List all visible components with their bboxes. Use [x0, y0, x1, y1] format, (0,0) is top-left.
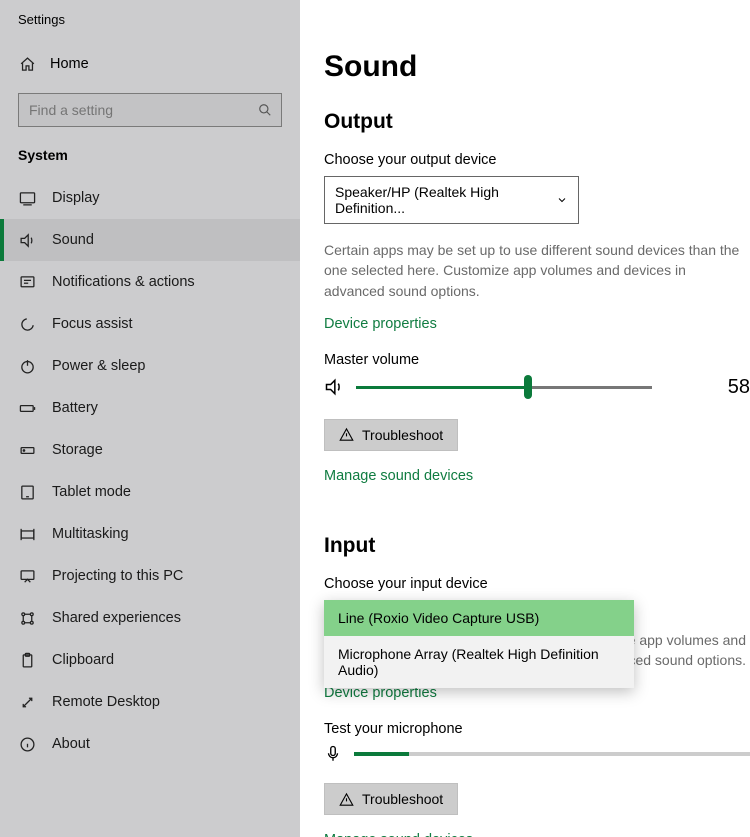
troubleshoot-label: Troubleshoot — [362, 427, 443, 443]
sidebar-item-label: Focus assist — [52, 316, 133, 332]
input-choose-label: Choose your input device — [324, 576, 750, 592]
sidebar-item-storage[interactable]: Storage — [0, 429, 300, 471]
battery-icon — [18, 399, 36, 417]
test-mic-label: Test your microphone — [324, 721, 750, 737]
sidebar-item-label: Remote Desktop — [52, 694, 160, 710]
chevron-down-icon — [556, 194, 568, 206]
sidebar-item-remote-desktop[interactable]: Remote Desktop — [0, 681, 300, 723]
power-icon — [18, 357, 36, 375]
sidebar-item-label: Shared experiences — [52, 610, 181, 626]
dropdown-option-mic-array[interactable]: Microphone Array (Realtek High Definitio… — [324, 636, 634, 688]
sidebar-item-multitasking[interactable]: Multitasking — [0, 513, 300, 555]
input-manage-link[interactable]: Manage sound devices — [324, 832, 473, 837]
projecting-icon — [18, 567, 36, 585]
input-troubleshoot-button[interactable]: Troubleshoot — [324, 783, 458, 815]
sidebar-item-shared-experiences[interactable]: Shared experiences — [0, 597, 300, 639]
sidebar-item-clipboard[interactable]: Clipboard — [0, 639, 300, 681]
multitasking-icon — [18, 525, 36, 543]
home-label: Home — [50, 56, 89, 72]
about-icon — [18, 735, 36, 753]
search-icon — [258, 103, 272, 117]
output-choose-label: Choose your output device — [324, 152, 750, 168]
output-device-properties-link[interactable]: Device properties — [324, 316, 437, 332]
microphone-icon — [324, 745, 342, 763]
sidebar-item-label: Tablet mode — [52, 484, 131, 500]
sound-icon — [18, 231, 36, 249]
sidebar-item-power-sleep[interactable]: Power & sleep — [0, 345, 300, 387]
mic-level-meter — [324, 745, 750, 763]
master-volume-slider[interactable]: 58 — [324, 376, 750, 399]
sidebar-item-projecting[interactable]: Projecting to this PC — [0, 555, 300, 597]
sidebar-item-about[interactable]: About — [0, 723, 300, 765]
sidebar-item-label: Notifications & actions — [52, 274, 195, 290]
output-help-text: Certain apps may be set up to use differ… — [324, 240, 750, 301]
dropdown-option-line[interactable]: Line (Roxio Video Capture USB) — [324, 600, 634, 636]
volume-icon — [324, 377, 344, 397]
sidebar-item-label: Power & sleep — [52, 358, 146, 374]
output-manage-link[interactable]: Manage sound devices — [324, 468, 473, 484]
output-device-value: Speaker/HP (Realtek High Definition... — [335, 184, 556, 216]
volume-track[interactable] — [356, 386, 652, 389]
sidebar-item-label: Multitasking — [52, 526, 129, 542]
search-box[interactable] — [18, 93, 282, 127]
home-button[interactable]: Home — [0, 45, 300, 83]
input-heading: Input — [324, 534, 750, 558]
sidebar-item-label: About — [52, 736, 90, 752]
sidebar-item-label: Battery — [52, 400, 98, 416]
focus-assist-icon — [18, 315, 36, 333]
sidebar-item-focus-assist[interactable]: Focus assist — [0, 303, 300, 345]
sidebar-item-tablet-mode[interactable]: Tablet mode — [0, 471, 300, 513]
output-device-select[interactable]: Speaker/HP (Realtek High Definition... — [324, 176, 579, 224]
sidebar: Settings Home System Display Sound — [0, 0, 300, 837]
input-device-dropdown[interactable]: Line (Roxio Video Capture USB) Microphon… — [324, 600, 634, 688]
sidebar-item-label: Storage — [52, 442, 103, 458]
remote-desktop-icon — [18, 693, 36, 711]
warning-icon — [339, 792, 354, 807]
clipboard-icon — [18, 651, 36, 669]
sidebar-item-label: Sound — [52, 232, 94, 248]
main-content: Sound Output Choose your output device S… — [300, 0, 750, 837]
volume-thumb[interactable] — [524, 375, 532, 399]
mic-track — [354, 752, 750, 756]
storage-icon — [18, 441, 36, 459]
output-heading: Output — [324, 110, 750, 134]
master-volume-label: Master volume — [324, 352, 750, 368]
sidebar-item-notifications[interactable]: Notifications & actions — [0, 261, 300, 303]
sidebar-item-sound[interactable]: Sound — [0, 219, 300, 261]
sidebar-heading: System — [0, 141, 300, 177]
sidebar-nav: Display Sound Notifications & actions Fo… — [0, 177, 300, 837]
home-icon — [18, 55, 36, 73]
output-troubleshoot-button[interactable]: Troubleshoot — [324, 419, 458, 451]
sidebar-item-label: Display — [52, 190, 100, 206]
sidebar-item-label: Clipboard — [52, 652, 114, 668]
tablet-icon — [18, 483, 36, 501]
page-title: Sound — [324, 50, 750, 84]
notifications-icon — [18, 273, 36, 291]
sidebar-item-battery[interactable]: Battery — [0, 387, 300, 429]
display-icon — [18, 189, 36, 207]
sidebar-item-display[interactable]: Display — [0, 177, 300, 219]
volume-value: 58 — [714, 376, 750, 399]
warning-icon — [339, 427, 354, 442]
sidebar-item-label: Projecting to this PC — [52, 568, 183, 584]
window-title: Settings — [0, 12, 300, 45]
troubleshoot-label: Troubleshoot — [362, 791, 443, 807]
shared-experiences-icon — [18, 609, 36, 627]
search-input[interactable] — [18, 93, 282, 127]
